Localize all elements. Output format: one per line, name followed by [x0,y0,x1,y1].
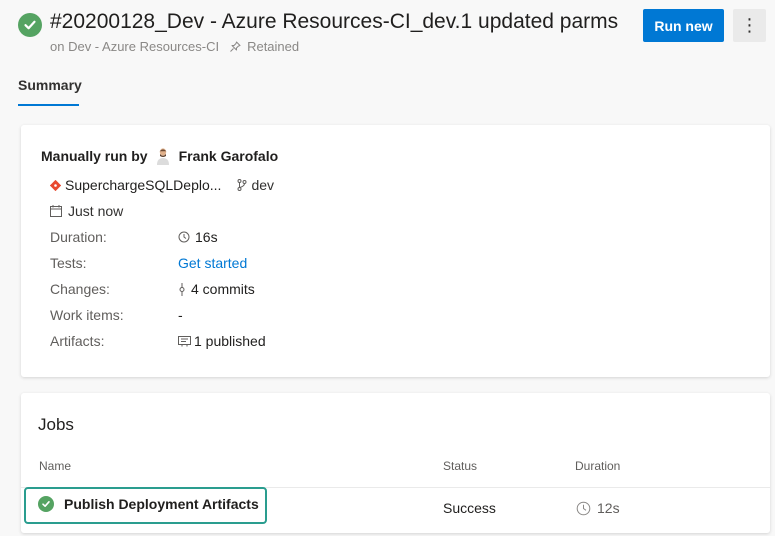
run-subtitle: on Dev - Azure Resources-CI Retained [50,39,299,54]
run-summary-card: Manually run by Frank Garofalo Superchar… [21,125,770,377]
branch-icon [237,179,247,191]
calendar-icon [50,205,62,217]
repo-branch-row: SuperchargeSQLDeplo... dev [50,177,274,193]
changes-text: 4 commits [191,281,255,297]
manually-run-by-label: Manually run by [41,148,148,164]
duration-value: 16s [178,229,218,245]
success-status-icon [18,13,42,37]
clock-icon [576,501,591,516]
pipeline-branch-label[interactable]: on Dev - Azure Resources-CI [50,39,219,54]
job-status: Success [443,500,496,516]
git-repo-icon [50,179,61,191]
branch-name[interactable]: dev [251,177,274,193]
work-items-value: - [178,307,183,323]
changes-label: Changes: [50,281,110,297]
job-highlight-box [24,487,267,524]
duration-text: 16s [195,229,218,245]
tests-get-started-link[interactable]: Get started [178,255,247,271]
run-new-button[interactable]: Run new [643,9,724,42]
job-duration-text: 12s [597,500,620,516]
user-name[interactable]: Frank Garofalo [179,148,279,164]
jobs-card: Jobs Name Status Duration Publish Deploy… [21,393,770,533]
commit-icon [178,282,186,296]
run-title: #20200128_Dev - Azure Resources-CI_dev.1… [50,10,619,33]
run-time: Just now [68,203,124,219]
artifacts-text: 1 published [194,333,266,349]
more-icon: ⋮ [740,15,759,35]
retained-label: Retained [247,39,300,54]
artifacts-value[interactable]: 1 published [178,333,266,349]
active-tab-indicator [18,104,79,106]
artifacts-label: Artifacts: [50,333,105,349]
tests-label: Tests: [50,255,87,271]
duration-label: Duration: [50,229,107,245]
changes-value[interactable]: 4 commits [178,281,255,297]
jobs-title: Jobs [38,415,74,434]
run-time-row: Just now [50,203,123,219]
column-header-duration: Duration [575,459,621,473]
clock-icon [178,231,190,243]
avatar [156,147,170,165]
column-header-status: Status [443,459,478,473]
artifact-icon [178,335,191,347]
pin-icon [229,41,241,53]
repo-link[interactable]: SuperchargeSQLDeplo... [65,177,221,193]
page-header: #20200128_Dev - Azure Resources-CI_dev.1… [0,0,775,125]
more-options-button[interactable]: ⋮ [733,9,766,42]
manually-run-by: Manually run by Frank Garofalo [41,147,278,165]
tab-summary[interactable]: Summary [18,77,82,93]
column-header-name: Name [39,459,72,473]
work-items-label: Work items: [50,307,124,323]
job-duration: 12s [576,500,620,516]
